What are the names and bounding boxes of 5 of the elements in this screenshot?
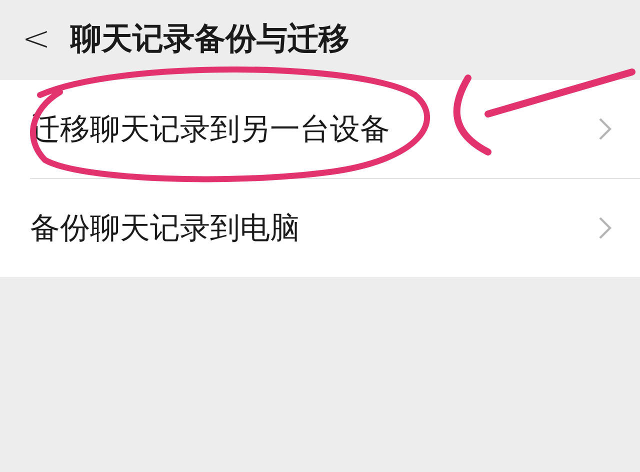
chevron-right-icon: [598, 216, 612, 240]
chevron-right-icon: [598, 117, 612, 141]
menu-item[interactable]: 备份聊天记录到电脑: [30, 179, 640, 277]
back-button[interactable]: <: [22, 22, 50, 56]
screen-title: 聊天记录备份与迁移: [70, 20, 350, 59]
